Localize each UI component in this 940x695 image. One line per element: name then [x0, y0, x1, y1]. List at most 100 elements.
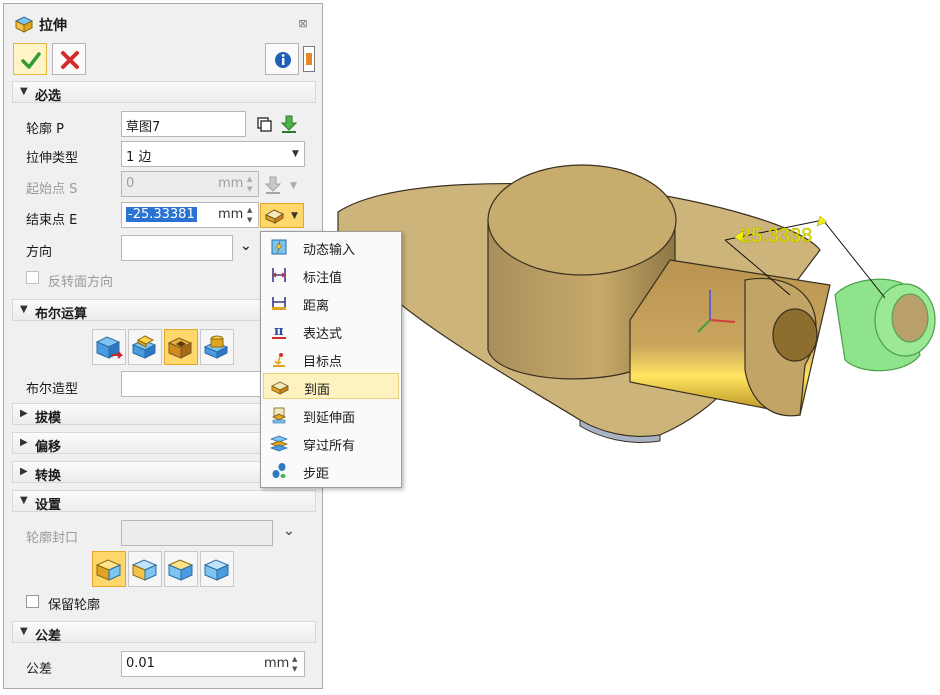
start-spinner-icon[interactable]: ▲ ▼: [247, 174, 255, 194]
end-point-input[interactable]: -25.33381 mm ▲ ▼: [121, 202, 259, 228]
boss-cylinder-top: [487, 164, 677, 276]
subtract-icon: [167, 337, 193, 359]
dimension-value-text[interactable]: 25.3338: [740, 225, 813, 247]
end-point-unit: mm: [218, 207, 244, 222]
menu-item-label: 目标点: [303, 355, 343, 370]
section-tolerance-header[interactable]: ▼ 公差: [12, 621, 316, 644]
pick-download-icon[interactable]: [279, 114, 299, 134]
menu-item-label: 表达式: [303, 327, 343, 342]
model-viewport[interactable]: 25.3338: [330, 150, 940, 450]
start-pick-icon: [264, 176, 282, 194]
reverse-face-checkbox[interactable]: [26, 271, 39, 284]
ok-button[interactable]: [13, 43, 47, 75]
extrude-type-value: 1 边: [126, 150, 152, 165]
info-button[interactable]: [265, 43, 299, 75]
section-settings-label: 设置: [35, 498, 62, 513]
end-spinner-icon[interactable]: ▲ ▼: [247, 205, 255, 225]
profile-field[interactable]: 草图7: [121, 111, 246, 137]
menu-item-through-all[interactable]: 穿过所有: [263, 430, 399, 456]
boolean-shape-field[interactable]: [121, 371, 263, 397]
end-type-dropdown-arrow-icon: ▼: [291, 211, 298, 221]
dropdown-arrow-icon: ▼: [292, 149, 299, 159]
tolerance-input[interactable]: 0.01 mm ▲ ▼: [121, 651, 305, 677]
section-tolerance-label: 公差: [35, 629, 62, 644]
menu-item-distance[interactable]: 距离: [263, 290, 399, 316]
dimension-value-icon: [272, 268, 286, 282]
cap-mode-start-button[interactable]: [128, 551, 162, 587]
menu-item-dynamic-input[interactable]: 动态输入: [263, 234, 399, 260]
menu-item-label: 穿过所有: [303, 439, 356, 454]
cancel-button[interactable]: [52, 43, 86, 75]
profile-cap-label: 轮廓封口: [26, 531, 79, 546]
profile-label: 轮廓 P: [26, 122, 64, 137]
direction-expand-icon[interactable]: ⌄: [240, 238, 252, 254]
section-required-header[interactable]: ▼ 必选: [12, 81, 316, 104]
menu-item-dimension-value[interactable]: 标注值: [263, 262, 399, 288]
boolean-add-button[interactable]: [128, 329, 162, 365]
section-boolean-label: 布尔运算: [35, 307, 88, 322]
direction-field[interactable]: [121, 235, 233, 261]
tolerance-label: 公差: [26, 662, 53, 677]
end-point-label: 结束点 E: [26, 213, 78, 228]
section-required-label: 必选: [35, 89, 62, 104]
dynamic-input-icon: [271, 239, 287, 255]
end-type-button[interactable]: ▼: [260, 203, 304, 228]
menu-item-expression[interactable]: π 表达式: [263, 318, 399, 344]
step-icon: [272, 463, 286, 478]
to-face-icon: [265, 209, 285, 224]
menu-item-label: 动态输入: [303, 243, 356, 258]
collapse-arrow-icon: ▼: [20, 626, 28, 637]
extrude-type-label: 拉伸类型: [26, 151, 79, 166]
expand-arrow-icon: ▶: [20, 408, 28, 419]
target-point-icon: [273, 353, 285, 367]
cap-mode-both-button[interactable]: [92, 551, 126, 587]
menu-item-label: 标注值: [303, 271, 343, 286]
pin-icon[interactable]: ⊠: [296, 17, 310, 31]
to-extended-face-icon: [272, 407, 286, 424]
svg-text:π: π: [274, 324, 284, 339]
keep-profile-checkbox[interactable]: [26, 595, 39, 608]
section-settings-header[interactable]: ▼ 设置: [12, 490, 316, 513]
intersect-icon: [203, 335, 229, 359]
tolerance-spinner-icon[interactable]: ▲ ▼: [292, 654, 300, 674]
menu-item-to-face[interactable]: 到面: [263, 373, 399, 399]
cap-mode-end-button[interactable]: [164, 551, 198, 587]
direction-label: 方向: [26, 245, 53, 260]
menu-item-target-point[interactable]: 目标点: [263, 346, 399, 372]
boolean-base-button[interactable]: [92, 329, 126, 365]
start-dropdown-arrow-icon: ▼: [290, 181, 297, 191]
help-doc-icon[interactable]: [303, 46, 315, 72]
copy-icon[interactable]: [254, 115, 274, 135]
start-point-unit: mm: [218, 176, 244, 191]
extrude-type-select[interactable]: 1 边 ▼: [121, 141, 305, 167]
profile-cap-field[interactable]: [121, 520, 273, 546]
cap-both-icon: [95, 559, 122, 581]
base-body-icon: [95, 336, 123, 359]
end-type-menu[interactable]: 动态输入 标注值 距离 π 表达式 目标点 到面 到延伸面 穿过所有 步距: [260, 231, 402, 488]
boolean-intersect-button[interactable]: [200, 329, 234, 365]
menu-item-step[interactable]: 步距: [263, 458, 399, 484]
profile-cap-expand-icon[interactable]: ⌄: [283, 523, 295, 539]
collapse-arrow-icon: ▼: [20, 86, 28, 97]
boolean-subtract-button[interactable]: [164, 329, 198, 365]
menu-item-to-extended-face[interactable]: 到延伸面: [263, 402, 399, 428]
add-icon: [131, 335, 157, 359]
dialog-title: 拉伸: [39, 18, 67, 34]
menu-item-label: 步距: [303, 467, 330, 482]
start-point-input[interactable]: 0 mm ▲ ▼: [121, 171, 259, 197]
start-point-value: 0: [126, 176, 135, 191]
profile-value: 草图7: [126, 120, 161, 135]
reverse-face-label: 反转面方向: [48, 275, 114, 290]
cap-mode-none-button[interactable]: [200, 551, 234, 587]
x-icon: [61, 51, 79, 69]
end-point-value: -25.33381: [126, 207, 197, 222]
section-offset-label: 偏移: [35, 440, 62, 455]
through-all-icon: [270, 435, 288, 452]
to-face-icon: [271, 381, 289, 395]
start-point-label: 起始点 S: [26, 182, 78, 197]
menu-item-label: 到延伸面: [303, 411, 356, 426]
dialog-titlebar: 拉伸 ⊠: [4, 4, 322, 42]
check-icon: [21, 52, 41, 69]
collapse-arrow-icon: ▼: [20, 495, 28, 506]
tolerance-value: 0.01: [126, 656, 155, 671]
